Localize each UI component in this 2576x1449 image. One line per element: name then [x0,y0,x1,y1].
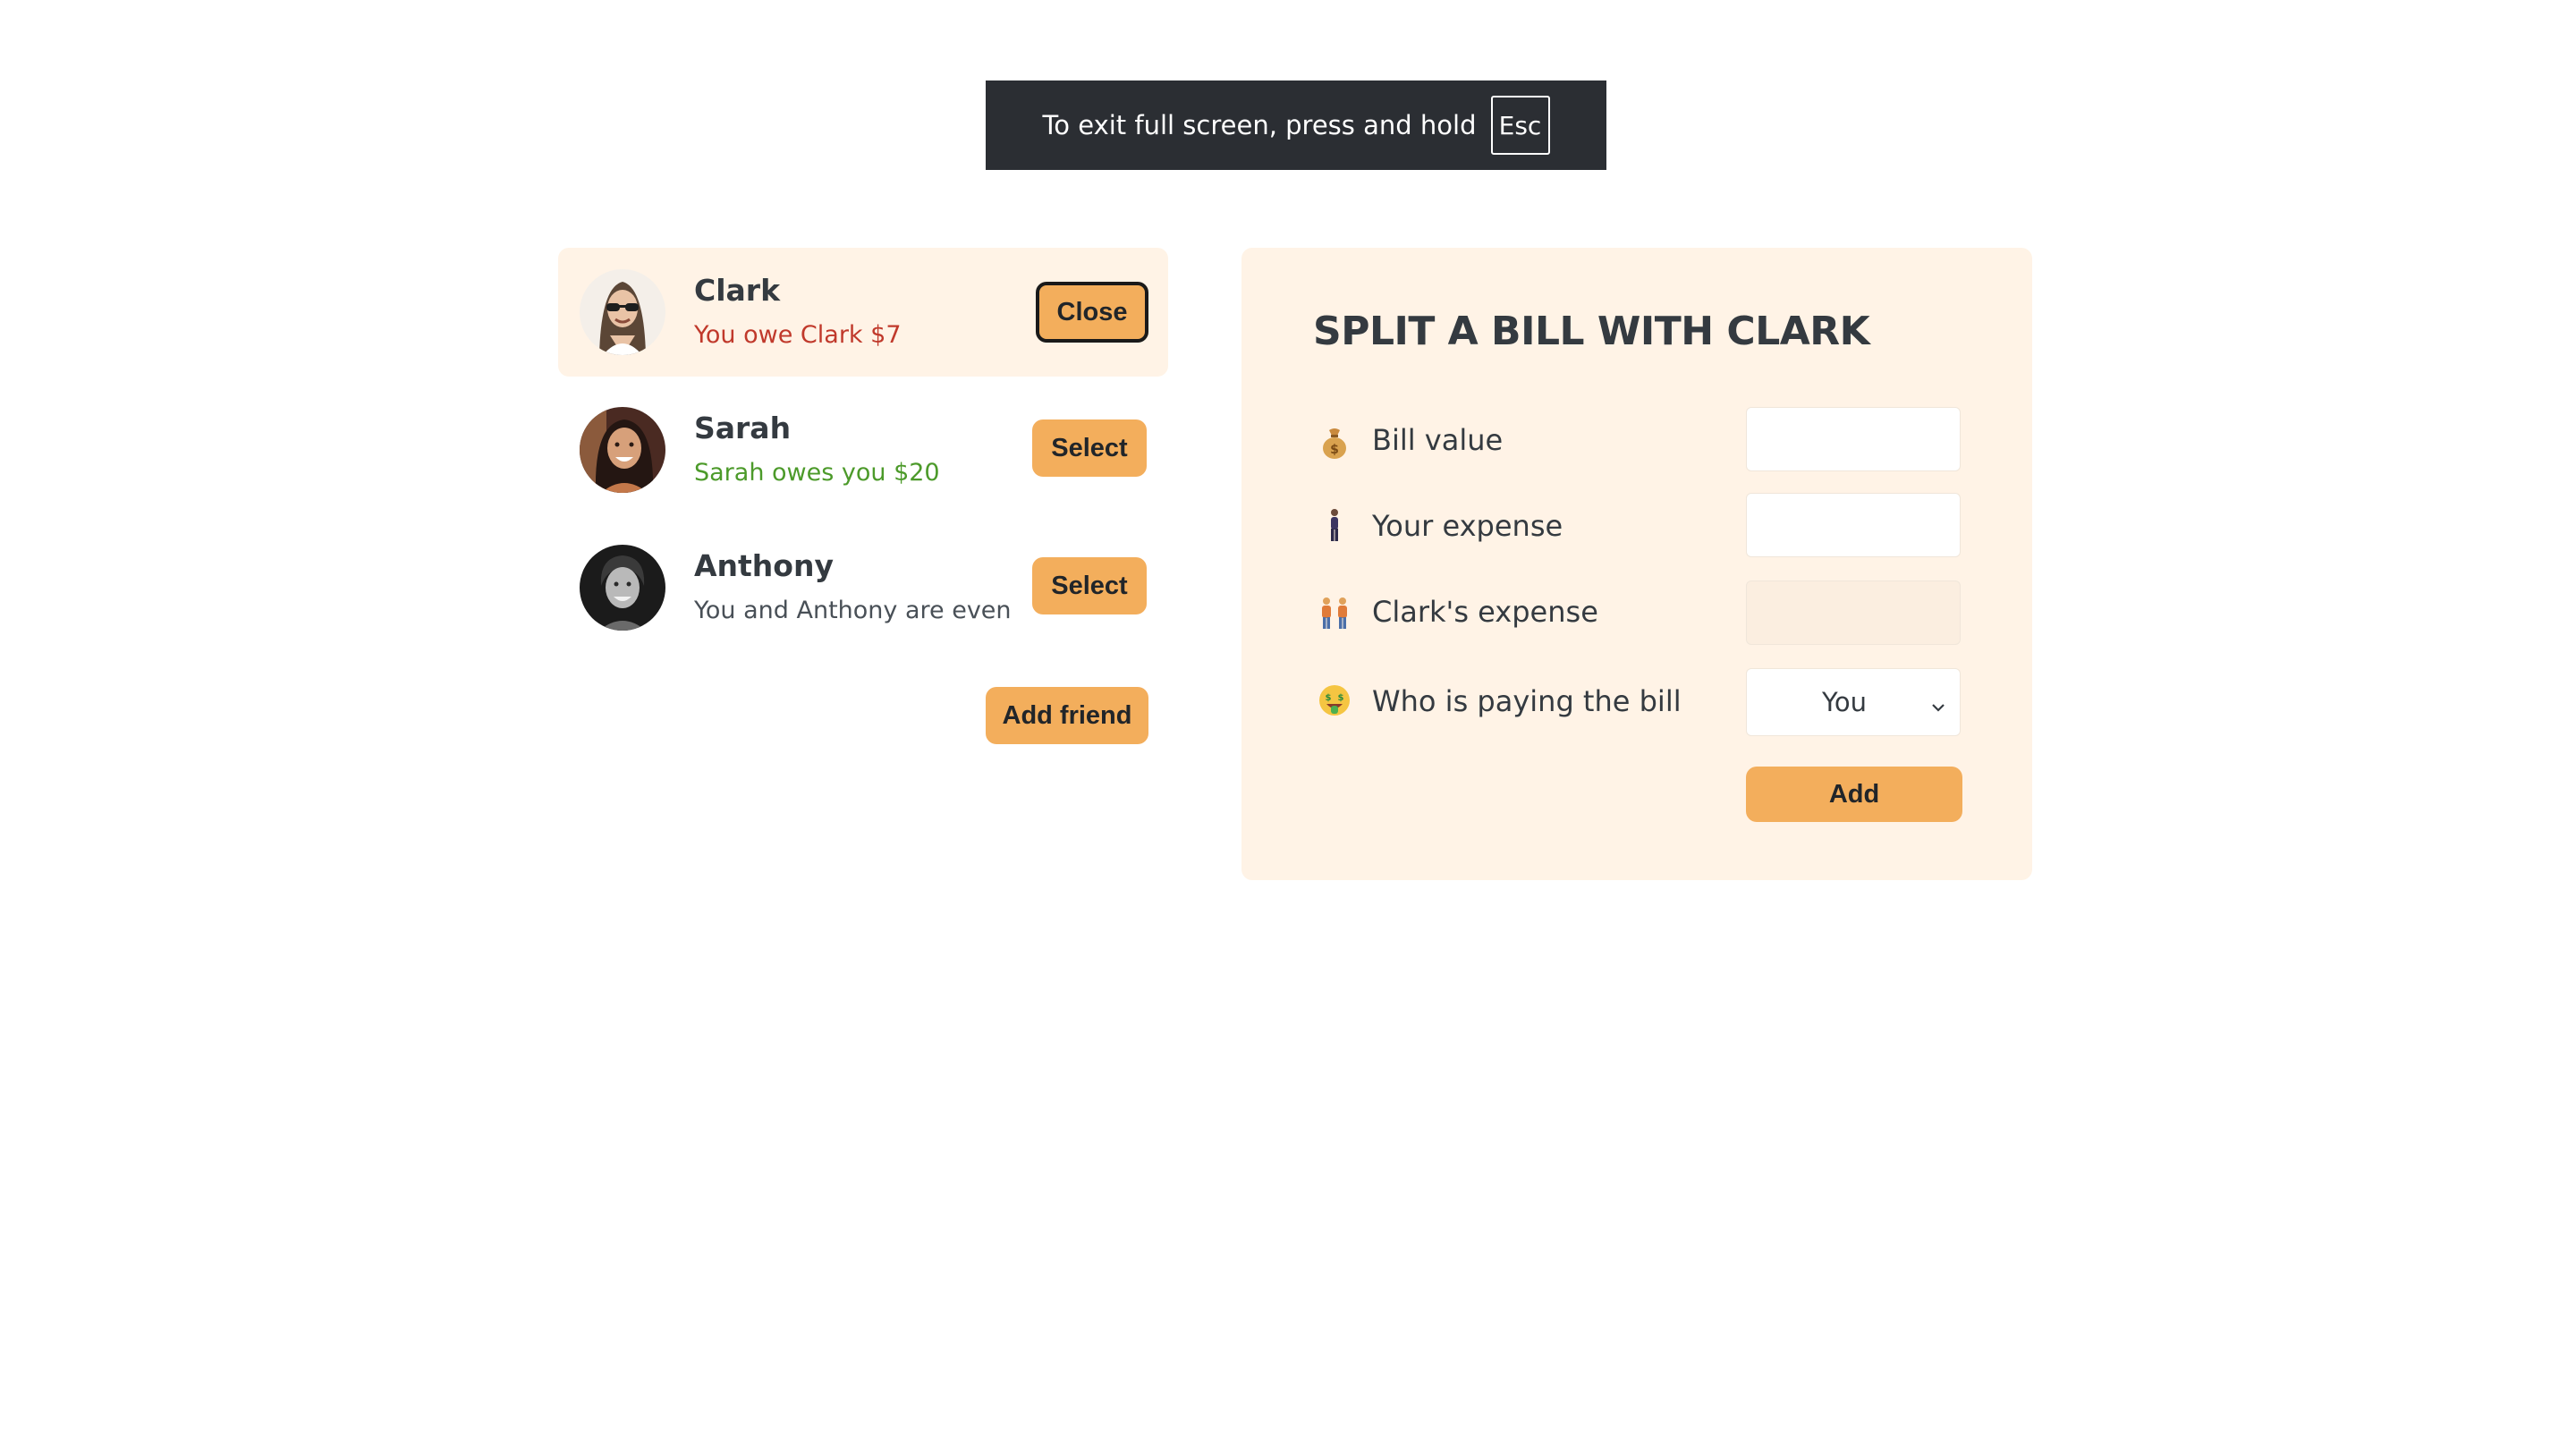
svg-text:$: $ [1330,443,1339,457]
avatar [580,545,665,631]
friend-name: Sarah [694,411,792,445]
friend-balance-status: You and Anthony are even [694,597,1012,624]
avatar-anthony-image [580,545,665,631]
avatar [580,407,665,493]
two-people-icon [1317,595,1352,631]
payer-select[interactable]: You [1746,668,1961,736]
bill-value-label: Bill value [1372,423,1504,457]
payer-select-value: You [1822,687,1867,717]
person-standing-icon [1317,507,1352,543]
close-button[interactable]: Close [1036,282,1148,343]
add-friend-button[interactable]: Add friend [986,687,1148,744]
svg-text:$: $ [1326,693,1332,703]
friend-expense-input [1746,580,1961,645]
chevron-down-icon [1929,692,1947,712]
friend-name: Clark [694,273,781,308]
friend-name: Anthony [694,548,834,583]
friend-expense-label: Clark's expense [1372,595,1598,629]
esc-key-hint: Esc [1490,96,1550,155]
friend-balance-status: You owe Clark $7 [694,321,902,349]
select-button[interactable]: Select [1032,557,1147,614]
friend-item-clark: Clark You owe Clark $7 Close [558,248,1168,377]
friend-item-sarah: Sarah Sarah owes you $20 Select [558,386,1168,514]
payer-label: Who is paying the bill [1372,684,1682,718]
your-expense-input[interactable] [1746,493,1961,557]
your-expense-label: Your expense [1372,509,1563,543]
svg-text:$: $ [1338,693,1344,703]
bill-value-input[interactable] [1746,407,1961,471]
avatar [580,269,665,355]
avatar-clark-image [580,269,665,355]
select-button[interactable]: Select [1032,419,1147,477]
money-face-icon: $ $ [1317,682,1352,718]
fullscreen-exit-banner: To exit full screen, press and hold Esc [986,80,1606,170]
friend-item-anthony: Anthony You and Anthony are even Select [558,523,1168,652]
split-bill-form: SPLIT A BILL WITH CLARK $ Bill value You… [1241,248,2032,880]
fullscreen-banner-text: To exit full screen, press and hold [1042,110,1477,140]
form-title: SPLIT A BILL WITH CLARK [1313,309,1870,354]
money-bag-icon: $ [1317,425,1352,461]
avatar-sarah-image [580,407,665,493]
add-bill-button[interactable]: Add [1746,767,1962,822]
friend-balance-status: Sarah owes you $20 [694,459,940,487]
